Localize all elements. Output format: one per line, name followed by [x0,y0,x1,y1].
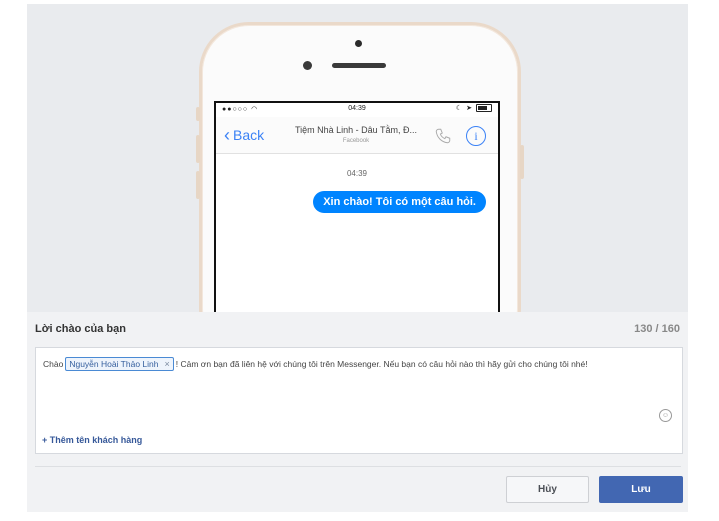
messenger-preview: ●●○○○ ◠ 04:39 ☾ ➤ ‹ Back Tiệm Nhà Linh -… [27,4,688,312]
greeting-prefix: Chào [43,359,64,369]
phone-side-button [196,135,200,163]
phone-side-button [520,145,524,179]
name-token-label: Nguyễn Hoài Thảo Linh [69,359,159,369]
cancel-button[interactable]: Hủy [506,476,589,503]
chat-subtitle: Facebook [342,138,370,144]
add-customer-name-link[interactable]: + Thêm tên khách hàng [42,435,142,445]
greeting-text: Chào Nguyễn Hoài Thảo Linh × ! Cảm ơn bạ… [43,357,588,371]
greeting-settings-panel: ●●○○○ ◠ 04:39 ☾ ➤ ‹ Back Tiệm Nhà Linh -… [27,4,688,512]
add-customer-name-row: + Thêm tên khách hàng [35,428,683,454]
status-bar: ●●○○○ ◠ 04:39 ☾ ➤ [216,103,498,117]
phone-mockup: ●●○○○ ◠ 04:39 ☾ ➤ ‹ Back Tiệm Nhà Linh -… [196,22,524,312]
message-bubble: Xin chào! Tôi có một câu hỏi. [313,191,486,213]
phone-icon[interactable] [434,127,452,145]
divider [35,466,681,467]
battery-icon [476,104,492,112]
greeting-label: Lời chào của bạn [35,323,126,335]
phone-side-button [196,107,200,121]
greeting-editor: Lời chào của bạn 130 / 160 Chào Nguyễn H… [27,312,688,512]
phone-camera [355,40,362,47]
chat-title: Tiệm Nhà Linh - Dâu Tằm, Đ... [294,125,418,135]
location-icon: ➤ [466,105,472,112]
customer-name-token[interactable]: Nguyễn Hoài Thảo Linh × [65,357,174,371]
emoji-icon[interactable]: ☺ [659,409,672,422]
info-icon[interactable]: i [466,126,486,146]
chat-header: ‹ Back Tiệm Nhà Linh - Dâu Tằm, Đ... Fac… [216,117,498,154]
back-chevron-icon: ‹ [224,125,230,145]
back-label: Back [233,127,265,143]
phone-speaker [332,63,386,68]
greeting-textarea[interactable]: Chào Nguyễn Hoài Thảo Linh × ! Cảm ơn bạ… [35,347,683,429]
message-time: 04:39 [346,169,368,178]
save-button[interactable]: Lưu [599,476,683,503]
phone-screen: ●●○○○ ◠ 04:39 ☾ ➤ ‹ Back Tiệm Nhà Linh -… [214,101,500,312]
moon-icon: ☾ [455,105,463,112]
back-button[interactable]: ‹ Back [224,125,265,145]
character-count: 130 / 160 [634,323,680,335]
phone-side-button [196,171,200,199]
greeting-suffix: ! Cảm ơn bạn đã liên hệ với chúng tôi tr… [175,359,588,369]
phone-sensor [303,61,312,70]
remove-token-icon[interactable]: × [164,359,169,369]
